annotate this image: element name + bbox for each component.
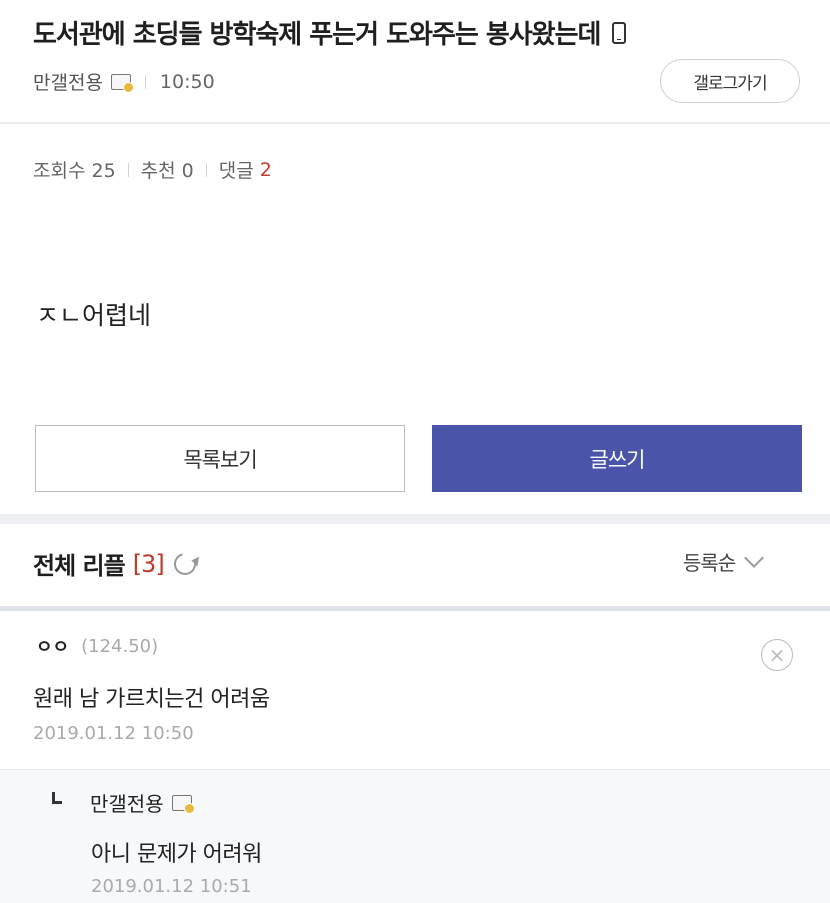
fixed-nick-icon	[110, 73, 134, 93]
fixed-nick-icon	[171, 794, 195, 814]
comment-date: 2019.01.12 10:50	[33, 723, 194, 744]
comment-ip: (124.50)	[81, 635, 159, 657]
post-title[interactable]: 도서관에 초딩들 방학숙제 푸는거 도와주는 봉사왔는데	[33, 14, 627, 51]
refresh-icon[interactable]	[169, 548, 200, 579]
comments-stat-label[interactable]: 댓글	[219, 156, 254, 183]
comments-stat-count[interactable]: 2	[260, 159, 272, 181]
post-time: 10:50	[159, 70, 215, 93]
comment-text: 원래 남 가르치는건 어려움	[33, 687, 270, 712]
reply-item: 만갤전용 아니 문제가 어려워 2019.01.12 10:51	[0, 769, 830, 903]
post-body: ㅈㄴ어렵네	[36, 301, 152, 330]
reply-author[interactable]: 만갤전용	[90, 788, 164, 817]
sort-label[interactable]: 등록순	[683, 547, 736, 576]
divider	[144, 74, 146, 89]
recommend-stat: 추천 0	[140, 160, 194, 182]
section-divider	[0, 514, 830, 524]
reply-count: [3]	[132, 549, 165, 578]
reply-marker-icon	[52, 792, 62, 804]
divider	[205, 162, 207, 177]
chevron-down-icon[interactable]	[744, 547, 765, 568]
list-button[interactable]: 목록보기	[35, 425, 405, 492]
reply-text: 아니 문제가 어려워	[91, 842, 262, 867]
post-header: 도서관에 초딩들 방학숙제 푸는거 도와주는 봉사왔는데 만갤전용 10:50 …	[0, 0, 830, 124]
divider	[127, 162, 129, 177]
comment-author-row: ㅇㅇ (124.50)	[36, 633, 158, 659]
replies-header: 전체 리플 [3]	[33, 546, 200, 581]
write-button[interactable]: 글쓰기	[432, 425, 802, 492]
sort-dropdown[interactable]: 등록순	[683, 547, 765, 576]
author-name[interactable]: 만갤전용	[33, 68, 103, 95]
replies-title: 전체 리플	[33, 552, 126, 580]
reply-date: 2019.01.12 10:51	[91, 876, 252, 897]
gallog-button[interactable]: 갤로그가기	[660, 59, 800, 103]
comment-author[interactable]: ㅇㅇ	[36, 633, 69, 659]
reply-author-row: 만갤전용	[90, 788, 195, 817]
views-stat: 조회수 25	[33, 160, 116, 182]
delete-icon[interactable]: ×	[761, 639, 793, 671]
post-meta: 만갤전용 10:50	[33, 68, 215, 95]
post-title-text[interactable]: 도서관에 초딩들 방학숙제 푸는거 도와주는 봉사왔는데	[33, 14, 601, 51]
post-stats: 조회수 25 추천 0 댓글 2	[33, 156, 272, 183]
mobile-icon	[612, 21, 627, 44]
comment-item: ㅇㅇ (124.50) × 원래 남 가르치는건 어려움 2019.01.12 …	[0, 611, 830, 769]
